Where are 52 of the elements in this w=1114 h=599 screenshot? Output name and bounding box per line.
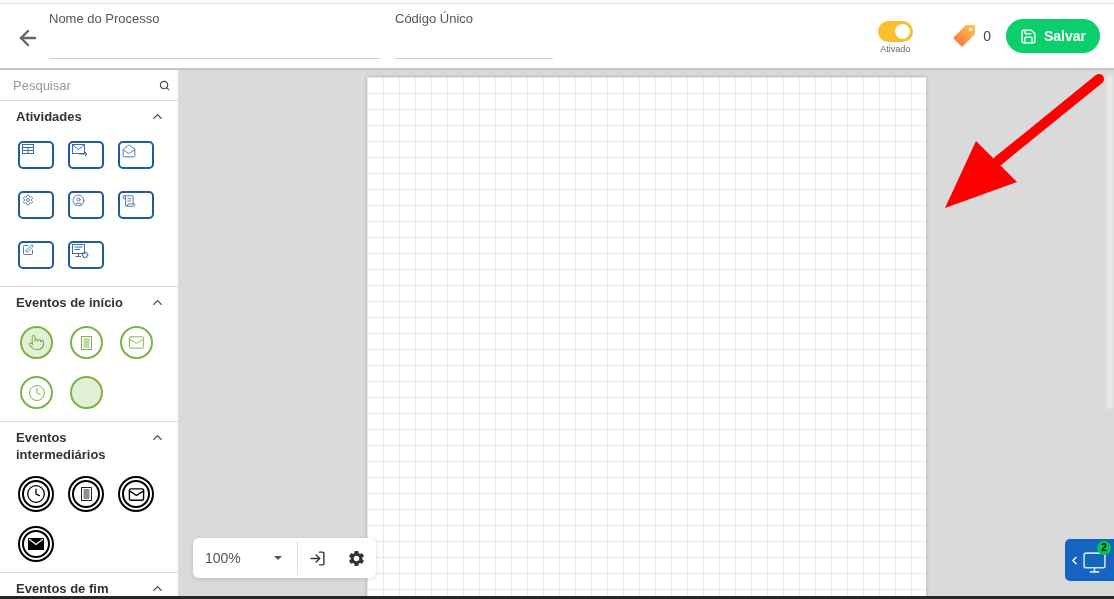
start-event-item[interactable] <box>70 376 103 409</box>
monitor-gear-icon <box>72 244 90 260</box>
enter-icon <box>309 549 326 567</box>
task-item[interactable] <box>68 241 104 269</box>
intermediate-event-item[interactable] <box>118 476 154 512</box>
field-label: Código Único <box>395 10 475 27</box>
tag-count: 0 <box>983 26 991 46</box>
caret-icon <box>274 556 282 560</box>
task-item[interactable] <box>18 241 54 269</box>
mail-icon <box>28 538 44 550</box>
field-label: Nome do Processo <box>49 10 161 27</box>
task-item[interactable] <box>118 141 154 169</box>
remote-access-tab[interactable]: 2 <box>1065 539 1114 581</box>
search-icon[interactable] <box>159 79 170 91</box>
open-envelope-icon <box>122 144 136 158</box>
zoom-select[interactable]: 100% <box>193 538 297 578</box>
task-item[interactable] <box>68 191 104 219</box>
section-title: Eventos de fim <box>16 580 110 596</box>
section-title: Eventos de início <box>16 294 124 311</box>
task-item[interactable] <box>118 191 154 219</box>
start-event-item[interactable] <box>70 326 103 359</box>
table-icon <box>22 144 34 154</box>
search-field[interactable]: Pesquisar <box>13 74 159 96</box>
task-item[interactable] <box>68 141 104 169</box>
task-item[interactable] <box>18 141 54 169</box>
status-toggle[interactable] <box>877 21 913 42</box>
mail-icon <box>127 485 145 503</box>
edit-icon <box>22 244 34 256</box>
count-badge: 2 <box>1097 541 1111 555</box>
save-icon <box>1019 27 1037 45</box>
section-title: Eventos intermediários <box>16 429 107 463</box>
mail-icon <box>128 334 145 351</box>
start-event-item[interactable] <box>20 376 53 409</box>
tag-icon <box>952 24 977 48</box>
settings-icon <box>22 194 34 206</box>
monitor-icon <box>1082 550 1107 575</box>
hand-pointer-icon <box>28 334 45 351</box>
task-item[interactable] <box>18 191 54 219</box>
document-icon <box>81 335 92 350</box>
clock-icon <box>27 383 46 402</box>
document-icon <box>80 487 92 501</box>
user-icon <box>72 194 85 207</box>
intermediate-event-item[interactable] <box>68 476 104 512</box>
section-title: Atividades <box>16 108 83 125</box>
toggle-label: Ativado <box>880 44 911 55</box>
scroll-icon <box>122 194 136 208</box>
intermediate-event-item[interactable] <box>18 526 54 562</box>
start-event-item[interactable] <box>120 326 153 359</box>
intermediate-event-item[interactable] <box>18 476 54 512</box>
settings-icon <box>347 548 366 568</box>
clock-icon <box>26 484 46 504</box>
start-event-item[interactable] <box>20 326 53 359</box>
